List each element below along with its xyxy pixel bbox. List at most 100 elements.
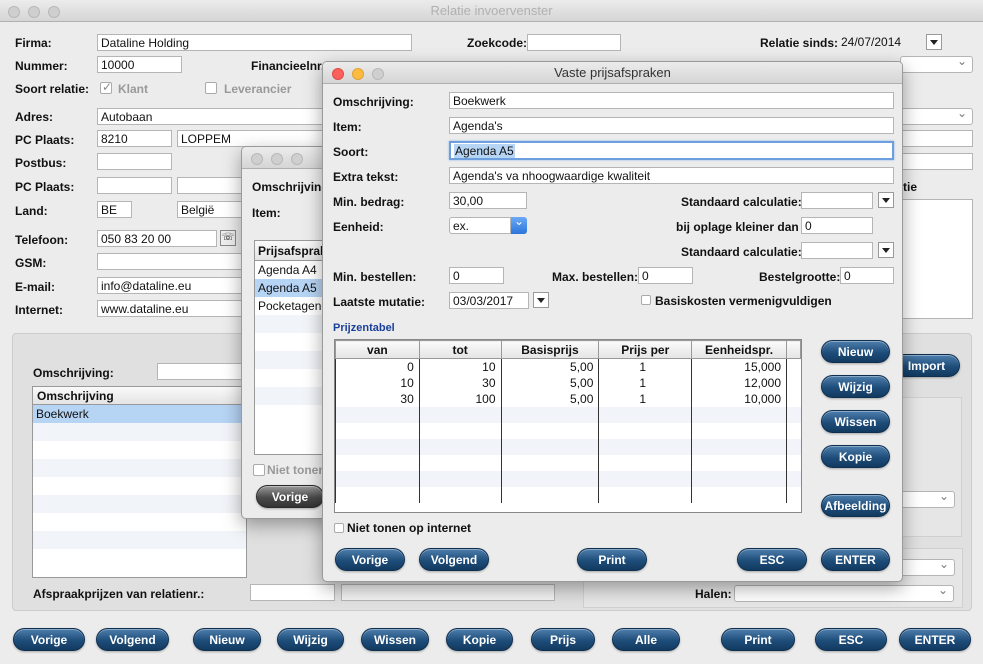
close-window-icon[interactable] [8, 6, 20, 18]
extra-tekst-field[interactable]: Agenda's va nhoogwaardige kwaliteit [449, 167, 894, 184]
dialog-wijzig-button[interactable]: Wijzig [821, 375, 890, 398]
main-right-field-1[interactable] [900, 130, 973, 147]
item-field[interactable]: Agenda's [449, 117, 894, 134]
prijzentabel[interactable]: van tot Basisprijs Prijs per Eenheidspr.… [334, 339, 802, 513]
dialog-vorige-button[interactable]: Vorige [335, 548, 405, 571]
right-subpanel-select[interactable] [900, 489, 955, 508]
basiskosten-checkbox[interactable] [641, 295, 651, 305]
middle-zoom-icon[interactable] [291, 153, 303, 165]
bestelgrootte-field[interactable]: 0 [840, 267, 894, 284]
right-subpanel [900, 397, 962, 537]
main-right-select-1[interactable] [900, 54, 973, 73]
standaard-calculatie-2-field[interactable] [801, 242, 873, 259]
list-item[interactable]: Agenda A5 [255, 279, 330, 297]
land-code-field[interactable]: BE [97, 201, 132, 218]
dialog-esc-button[interactable]: ESC [737, 548, 807, 571]
postcode-field[interactable]: 8210 [97, 130, 172, 147]
enter-button[interactable]: ENTER [899, 628, 971, 651]
land-field[interactable]: België [177, 201, 247, 218]
middle-vorige-button[interactable]: Vorige [256, 485, 324, 508]
klant-checkbox[interactable] [100, 80, 112, 94]
dialog-wissen-button[interactable]: Wissen [821, 410, 890, 433]
dialog-nieuw-button[interactable]: Nieuw [821, 340, 890, 363]
min-bedrag-field[interactable]: 30,00 [449, 192, 527, 209]
main-right-field-2[interactable] [900, 153, 973, 170]
middle-close-icon[interactable] [251, 153, 263, 165]
esc-button[interactable]: ESC [815, 628, 887, 651]
standaard-calculatie-1-field[interactable] [801, 192, 873, 209]
gsm-field[interactable] [97, 253, 247, 270]
telefoon-field[interactable]: 050 83 20 00 [97, 230, 217, 247]
list-item-empty [33, 477, 246, 495]
omschrijving-list[interactable]: Omschrijving Boekwerk [32, 386, 247, 578]
prijs-button[interactable]: Prijs [531, 628, 595, 651]
halen-upper-select[interactable] [900, 557, 955, 576]
column-header-van[interactable]: van [335, 340, 420, 359]
relatie-sinds-dropdown-icon[interactable] [926, 34, 942, 50]
dialog-zoom-icon[interactable] [372, 68, 384, 80]
kopie-button[interactable]: Kopie [446, 628, 513, 651]
niet-tonen-internet-checkbox[interactable] [334, 523, 344, 533]
table-row[interactable]: 10 30 5,00 1 12,000 [335, 374, 801, 391]
halen-select[interactable] [734, 583, 954, 602]
middle-niet-tonen-checkbox[interactable] [253, 464, 265, 476]
list-item[interactable]: Agenda A4 [255, 261, 330, 279]
column-header-prijs-per[interactable]: Prijs per [598, 340, 693, 359]
plaats-field[interactable]: LOPPEM [177, 130, 327, 147]
email-field[interactable]: info@dataline.eu [97, 277, 247, 294]
print-button[interactable]: Print [721, 628, 795, 651]
dialog-afbeelding-button[interactable]: Afbeelding [821, 494, 890, 517]
relatienr-field[interactable] [250, 584, 335, 601]
adres-field[interactable]: Autobaan [97, 108, 327, 125]
list-item[interactable]: Boekwerk [33, 405, 246, 423]
main-right-select-2[interactable] [900, 106, 973, 125]
table-row[interactable]: 30 100 5,00 1 10,000 [335, 390, 801, 407]
list-item[interactable]: Pocketagenda [255, 297, 330, 315]
eenheid-dropdown-icon[interactable] [511, 214, 527, 234]
vorige-button[interactable]: Vorige [13, 628, 85, 651]
min-bestellen-field[interactable]: 0 [449, 267, 504, 284]
laatste-mutatie-field[interactable]: 03/03/2017 [449, 292, 529, 309]
postcode-2-field[interactable] [97, 177, 172, 194]
laatste-mutatie-dropdown-icon[interactable] [533, 292, 549, 308]
wijzig-button[interactable]: Wijzig [277, 628, 344, 651]
main-right-textarea[interactable] [900, 199, 973, 319]
wissen-button[interactable]: Wissen [361, 628, 429, 651]
column-header-basisprijs[interactable]: Basisprijs [500, 340, 600, 359]
prijsafspraken-list[interactable]: Prijsafspraken Agenda A4 Agenda A5 Pocke… [254, 240, 330, 455]
dialog-kopie-button[interactable]: Kopie [821, 445, 890, 468]
column-header-tot[interactable]: tot [418, 340, 502, 359]
import-button[interactable]: Import [893, 354, 960, 377]
dialog-volgend-button[interactable]: Volgend [419, 548, 489, 571]
postbus-field[interactable] [97, 153, 172, 170]
bij-oplage-field[interactable]: 0 [801, 217, 873, 234]
plaats-2-field[interactable] [177, 177, 247, 194]
max-bestellen-field[interactable]: 0 [638, 267, 693, 284]
dialog-close-icon[interactable] [332, 68, 344, 80]
dialog-print-button[interactable]: Print [577, 548, 647, 571]
phone-dial-icon[interactable]: ☏ [220, 230, 236, 246]
internet-field[interactable]: www.dataline.eu [97, 300, 247, 317]
standaard-calculatie-1-dropdown-icon[interactable] [878, 192, 894, 208]
minimize-window-icon[interactable] [28, 6, 40, 18]
omschrijving-filter-field[interactable] [157, 363, 247, 380]
relatie-sinds-field[interactable]: 24/07/2014 [838, 34, 922, 51]
zoekcode-field[interactable] [527, 34, 621, 51]
volgend-button[interactable]: Volgend [96, 628, 169, 651]
alle-button[interactable]: Alle [612, 628, 680, 651]
standaard-calculatie-2-dropdown-icon[interactable] [878, 242, 894, 258]
table-row[interactable]: 0 10 5,00 1 15,000 [335, 358, 801, 375]
soort-field[interactable]: Agenda A5 [449, 141, 894, 160]
nieuw-button[interactable]: Nieuw [193, 628, 261, 651]
omschrijving-field[interactable]: Boekwerk [449, 92, 894, 109]
eenheid-select[interactable]: ex. [449, 217, 511, 234]
dialog-minimize-icon[interactable] [352, 68, 364, 80]
firma-field[interactable]: Dataline Holding [97, 34, 412, 51]
dialog-enter-button[interactable]: ENTER [821, 548, 890, 571]
table-cell: 5,00 [500, 390, 600, 407]
leverancier-checkbox[interactable] [205, 82, 217, 94]
zoom-window-icon[interactable] [48, 6, 60, 18]
column-header-eenheidspr[interactable]: Eenheidspr. [691, 340, 787, 359]
nummer-field[interactable]: 10000 [97, 56, 182, 73]
middle-minimize-icon[interactable] [271, 153, 283, 165]
